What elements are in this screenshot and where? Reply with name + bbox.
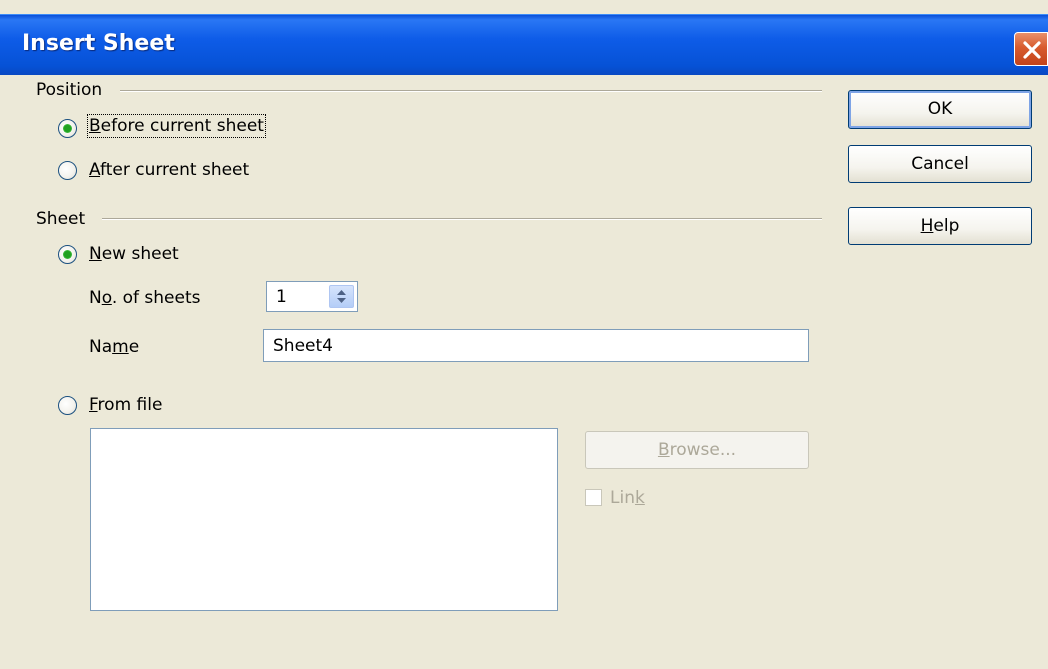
before-current-sheet-label-rest: efore current sheet xyxy=(100,116,264,136)
help-button[interactable]: Help xyxy=(848,207,1032,245)
name-value: Sheet4 xyxy=(273,336,333,356)
from-file-label[interactable]: From file xyxy=(89,395,162,415)
cancel-button[interactable]: Cancel xyxy=(848,145,1032,183)
dialog-body: Position Before current sheet After curr… xyxy=(0,74,1048,669)
new-sheet-radio[interactable] xyxy=(58,245,77,264)
name-label: Name xyxy=(89,337,140,357)
link-checkbox[interactable] xyxy=(585,489,602,506)
sheet-group-label: Sheet xyxy=(36,209,86,229)
browse-label-rest: rowse... xyxy=(669,440,737,460)
from-file-label-rest: rom file xyxy=(97,395,163,415)
before-current-sheet-label[interactable]: Before current sheet xyxy=(87,114,266,138)
ok-button[interactable]: OK xyxy=(848,90,1032,129)
help-label-rest: elp xyxy=(933,216,960,236)
sheet-separator xyxy=(102,218,822,220)
no-of-sheets-spin-button[interactable] xyxy=(329,285,354,308)
file-sheet-list[interactable] xyxy=(90,428,558,611)
new-sheet-label-rest: ew sheet xyxy=(101,244,179,264)
position-group-label: Position xyxy=(36,80,103,100)
close-button[interactable] xyxy=(1014,32,1048,66)
no-of-sheets-value: 1 xyxy=(276,287,287,307)
window-title: Insert Sheet xyxy=(22,31,175,56)
after-current-sheet-radio[interactable] xyxy=(58,161,77,180)
title-bar: Insert Sheet xyxy=(0,14,1048,75)
before-current-sheet-radio[interactable] xyxy=(58,119,77,138)
new-sheet-label[interactable]: New sheet xyxy=(89,244,179,264)
from-file-radio[interactable] xyxy=(58,396,77,415)
spin-arrows-icon xyxy=(337,290,346,303)
link-label[interactable]: Link xyxy=(610,488,645,508)
no-of-sheets-spinbox[interactable]: 1 xyxy=(266,281,358,312)
browse-button[interactable]: Browse... xyxy=(585,431,809,469)
name-field[interactable]: Sheet4 xyxy=(263,329,809,362)
after-current-sheet-label[interactable]: After current sheet xyxy=(89,160,249,180)
after-current-sheet-label-rest: fter current sheet xyxy=(100,160,250,180)
no-of-sheets-label: No. of sheets xyxy=(89,288,201,308)
position-separator xyxy=(120,90,822,92)
close-icon xyxy=(1023,41,1041,59)
